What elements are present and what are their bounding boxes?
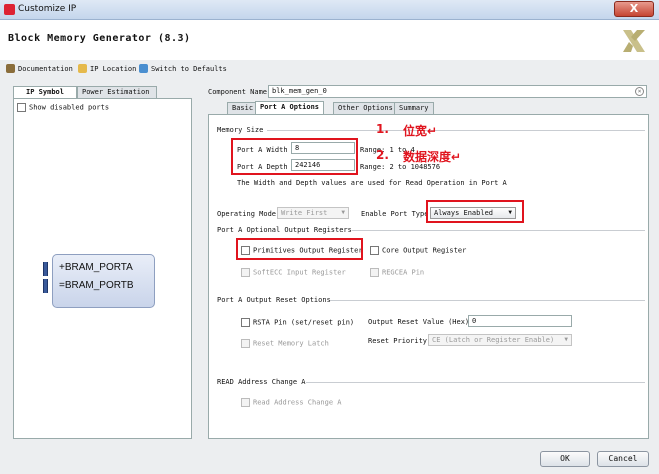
reset-priority-value: CE (Latch or Register Enable)	[432, 336, 555, 344]
memory-size-title: Memory Size	[217, 126, 264, 134]
checkbox-icon	[241, 398, 250, 407]
port-a-label: +BRAM_PORTA	[59, 262, 133, 273]
component-name-label: Component Name	[208, 88, 268, 96]
output-reset-value-input[interactable]: 0	[468, 315, 572, 327]
rsta-pin-label: RSTA Pin (set/reset pin)	[253, 318, 355, 327]
checkbox-icon	[370, 268, 379, 277]
annotation-width-text: 位宽↵	[403, 124, 438, 138]
highlight-box-enable-port	[426, 200, 524, 223]
reset-options-title: Port A Output Reset Options	[217, 296, 331, 304]
softecc-input-register-checkbox[interactable]: SoftECC Input Register	[241, 268, 346, 277]
checkbox-icon	[241, 339, 250, 348]
window-title: Customize IP	[18, 4, 77, 14]
component-name-input[interactable]: blk_mem_gen_0 ×	[268, 85, 647, 98]
memory-size-note: The Width and Depth values are used for …	[237, 179, 507, 187]
read-address-change-label: Read Address Change A	[253, 398, 342, 407]
refresh-icon	[139, 64, 148, 73]
ip-location-label: IP Location	[90, 64, 137, 73]
read-address-change-checkbox[interactable]: Read Address Change A	[241, 398, 342, 407]
show-disabled-ports-label: Show disabled ports	[29, 103, 110, 112]
port-a-bar	[43, 262, 48, 276]
divider	[267, 130, 645, 131]
reset-memory-latch-label: Reset Memory Latch	[253, 339, 329, 348]
tab-basic[interactable]: Basic	[227, 102, 259, 114]
tab-other-options[interactable]: Other Options	[333, 102, 398, 114]
ip-location-button[interactable]: IP Location	[78, 64, 136, 73]
operating-mode-label: Operating Mode	[217, 210, 277, 218]
tab-port-a-options[interactable]: Port A Options	[255, 101, 325, 114]
switch-defaults-button[interactable]: Switch to Defaults	[139, 64, 227, 73]
read-address-title: READ Address Change A	[217, 378, 306, 386]
divider	[352, 230, 645, 231]
switch-defaults-label: Switch to Defaults	[151, 64, 227, 73]
reset-priority-select[interactable]: CE (Latch or Register Enable) ▼	[428, 334, 572, 346]
book-icon	[6, 64, 15, 73]
annotation-number-2: 2.	[376, 148, 389, 162]
port-b-label: =BRAM_PORTB	[59, 280, 134, 291]
cancel-button[interactable]: Cancel	[597, 451, 649, 467]
optional-registers-title: Port A Optional Output Registers	[217, 226, 352, 234]
rsta-pin-checkbox[interactable]: RSTA Pin (set/reset pin)	[241, 318, 354, 327]
checkbox-icon	[370, 246, 379, 255]
port-b-bar	[43, 279, 48, 293]
annotation-number-1: 1.	[376, 122, 389, 136]
annotation-depth-text: 数据深度↵	[403, 150, 462, 164]
tab-power-estimation[interactable]: Power Estimation	[77, 86, 157, 98]
checkbox-icon	[241, 318, 250, 327]
highlight-box-memory	[231, 138, 358, 175]
tab-summary[interactable]: Summary	[394, 102, 434, 114]
header: Block Memory Generator (8.3)	[0, 20, 659, 60]
chevron-down-icon: ▼	[341, 209, 345, 216]
highlight-box-primitives	[236, 238, 363, 260]
ok-button[interactable]: OK	[540, 451, 590, 467]
checkbox-icon	[241, 268, 250, 277]
divider	[330, 300, 645, 301]
chevron-down-icon: ▼	[564, 336, 568, 343]
softecc-input-register-label: SoftECC Input Register	[253, 268, 346, 277]
folder-icon	[78, 64, 87, 73]
xilinx-logo-icon	[623, 30, 645, 52]
bram-symbol: +BRAM_PORTA =BRAM_PORTB	[52, 254, 155, 308]
regcea-pin-checkbox[interactable]: REGCEA Pin	[370, 268, 424, 277]
regcea-pin-label: REGCEA Pin	[382, 268, 425, 277]
enable-port-type-label: Enable Port Type	[361, 210, 429, 218]
core-output-register-label: Core Output Register	[382, 246, 467, 255]
operating-mode-value: Write First	[281, 209, 328, 217]
component-name-value: blk_mem_gen_0	[272, 87, 327, 95]
clear-icon[interactable]: ×	[635, 87, 644, 96]
documentation-button[interactable]: Documentation	[6, 64, 73, 73]
close-button[interactable]: X	[614, 1, 654, 17]
operating-mode-select[interactable]: Write First ▼	[277, 207, 349, 219]
checkbox-icon	[17, 103, 26, 112]
toolbar: Documentation IP Location Switch to Defa…	[0, 60, 659, 78]
reset-priority-label: Reset Priority	[368, 337, 428, 345]
show-disabled-ports-checkbox[interactable]: Show disabled ports	[17, 103, 109, 112]
page-title: Block Memory Generator (8.3)	[8, 33, 191, 44]
core-output-register-checkbox[interactable]: Core Output Register	[370, 246, 466, 255]
title-bar: Customize IP X	[0, 0, 659, 20]
divider	[306, 382, 645, 383]
app-icon	[4, 4, 15, 15]
documentation-label: Documentation	[18, 64, 73, 73]
reset-memory-latch-checkbox[interactable]: Reset Memory Latch	[241, 339, 329, 348]
output-reset-value-label: Output Reset Value (Hex)	[368, 318, 470, 326]
